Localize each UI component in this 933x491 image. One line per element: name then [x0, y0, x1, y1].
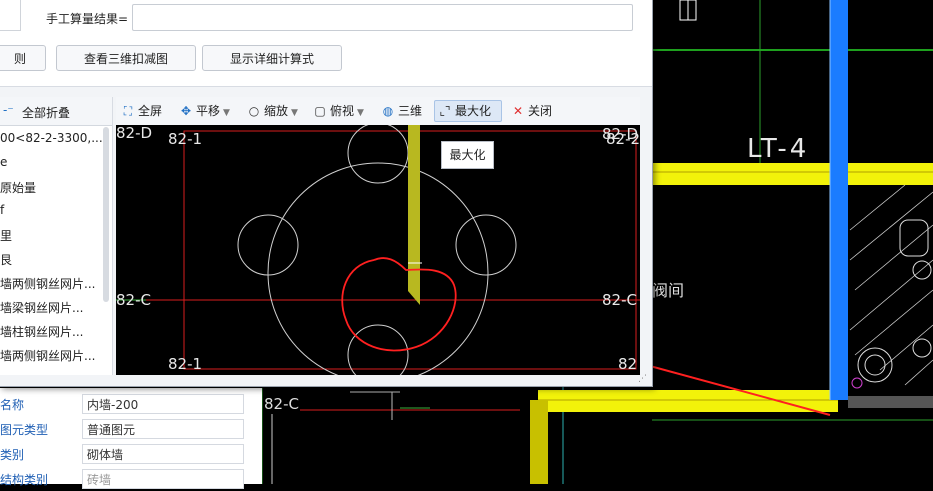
resize-grip-icon[interactable]: ⋰: [638, 374, 650, 384]
fullscreen-icon: ⛶: [123, 104, 133, 118]
maximize-icon: ⌞⌝: [439, 104, 451, 118]
calculation-dialog: 手工算量结果= 则 查看三维扣减图 显示详细计算式 -⁻ 全部折叠 00<82-…: [0, 0, 653, 387]
close-icon: ✕: [512, 104, 524, 118]
viewer-panel: ⛶ 全屏 ✥ 平移 ▼ ○ 缩放 ▼ ▢ 俯视 ▼ ◍ 三维 ⌞⌝ 最大化 ✕ 关闭: [116, 97, 640, 375]
pan-button[interactable]: ✥ 平移 ▼: [178, 101, 230, 121]
tree-header: -⁻ 全部折叠: [0, 97, 112, 126]
axis-label: 82-2: [606, 130, 640, 148]
dialog-top-area: 手工算量结果= 则 查看三维扣减图 显示详细计算式: [0, 0, 652, 87]
collapse-all-button[interactable]: 全部折叠: [22, 104, 70, 121]
property-name: 结构类别: [0, 473, 49, 487]
tree-item[interactable]: f: [0, 203, 4, 221]
lt4-label: LT-4: [747, 134, 809, 164]
zoom-button[interactable]: ○ 缩放 ▼: [246, 101, 298, 121]
axis-label: 82-C: [602, 291, 637, 309]
axis-label: 82-1: [168, 355, 202, 373]
property-value-field[interactable]: 砌体墙: [82, 444, 244, 464]
collapse-icon[interactable]: -⁻: [3, 103, 14, 117]
maximize-button[interactable]: ⌞⌝ 最大化: [434, 100, 502, 122]
tree-item[interactable]: 00<82-2-3300,...: [0, 131, 103, 149]
property-name: 名称: [0, 398, 25, 412]
chevron-down-icon: ▼: [223, 108, 230, 118]
property-value-field[interactable]: 内墙-200: [82, 394, 244, 414]
axis-label: 82-1: [168, 130, 202, 148]
rule-button[interactable]: 则: [0, 45, 46, 71]
chevron-down-icon: ▼: [357, 108, 364, 118]
show-formula-button[interactable]: 显示详细计算式: [202, 45, 342, 71]
valve-room-label: 阀间: [652, 281, 684, 300]
tree-item[interactable]: e: [0, 155, 7, 173]
pan-icon: ✥: [180, 104, 192, 118]
axis-label: 82-C: [116, 291, 151, 309]
tree-item[interactable]: 墙两侧钢丝网片...: [0, 275, 95, 293]
axis-label: 82-D: [116, 125, 152, 142]
tree-item[interactable]: 原始量: [0, 179, 36, 197]
zoom-icon: ○: [248, 104, 260, 118]
tree-item[interactable]: 墙两侧钢丝网片...: [0, 347, 95, 365]
manual-result-label: 手工算量结果=: [46, 12, 129, 26]
manual-result-input[interactable]: [132, 4, 633, 31]
property-row: 名称 内墙-200: [0, 394, 262, 416]
property-row: 结构类别 砖墙: [0, 469, 262, 491]
tree-item[interactable]: 墙梁钢丝网片...: [0, 299, 83, 317]
top-view-button[interactable]: ▢ 俯视 ▼: [312, 101, 364, 121]
property-row: 图元类型 普通图元: [0, 419, 262, 441]
viewer-toolbar: ⛶ 全屏 ✥ 平移 ▼ ○ 缩放 ▼ ▢ 俯视 ▼ ◍ 三维 ⌞⌝ 最大化 ✕ 关闭: [116, 97, 640, 126]
fullscreen-button[interactable]: ⛶ 全屏: [120, 101, 162, 121]
view-3d-deduct-button[interactable]: 查看三维扣减图: [56, 45, 196, 71]
property-name: 类别: [0, 448, 25, 462]
property-value-field[interactable]: 普通图元: [82, 419, 244, 439]
sphere-icon: ◍: [382, 104, 394, 118]
cube-icon: ▢: [314, 104, 326, 118]
maximize-tooltip: 最大化: [441, 141, 494, 169]
bg-axis-label: 82-C: [264, 395, 299, 413]
close-button[interactable]: ✕ 关闭: [510, 101, 552, 121]
tree-item[interactable]: 墙柱钢丝网片...: [0, 323, 83, 341]
property-row: 类别 砌体墙: [0, 444, 262, 466]
axis-label: 82: [618, 355, 637, 373]
property-panel: 名称 内墙-200 图元类型 普通图元 类别 砌体墙 结构类别 砖墙: [0, 388, 262, 489]
component-tree-panel: -⁻ 全部折叠 00<82-2-3300,... e 原始量 f 里 艮 墙两侧…: [0, 97, 113, 375]
tree-item[interactable]: 里: [0, 227, 12, 245]
field-stub[interactable]: [0, 0, 21, 31]
tree-item[interactable]: 艮: [0, 251, 12, 269]
property-name: 图元类型: [0, 423, 49, 437]
viewer-canvas[interactable]: 82-D 82-D 82-1 82-2 82-C 82-C 82-1 82: [116, 125, 640, 375]
three-d-button[interactable]: ◍ 三维: [380, 101, 422, 121]
chevron-down-icon: ▼: [291, 108, 298, 118]
property-value-field[interactable]: 砖墙: [82, 469, 244, 489]
tree-scrollbar[interactable]: [103, 127, 109, 302]
